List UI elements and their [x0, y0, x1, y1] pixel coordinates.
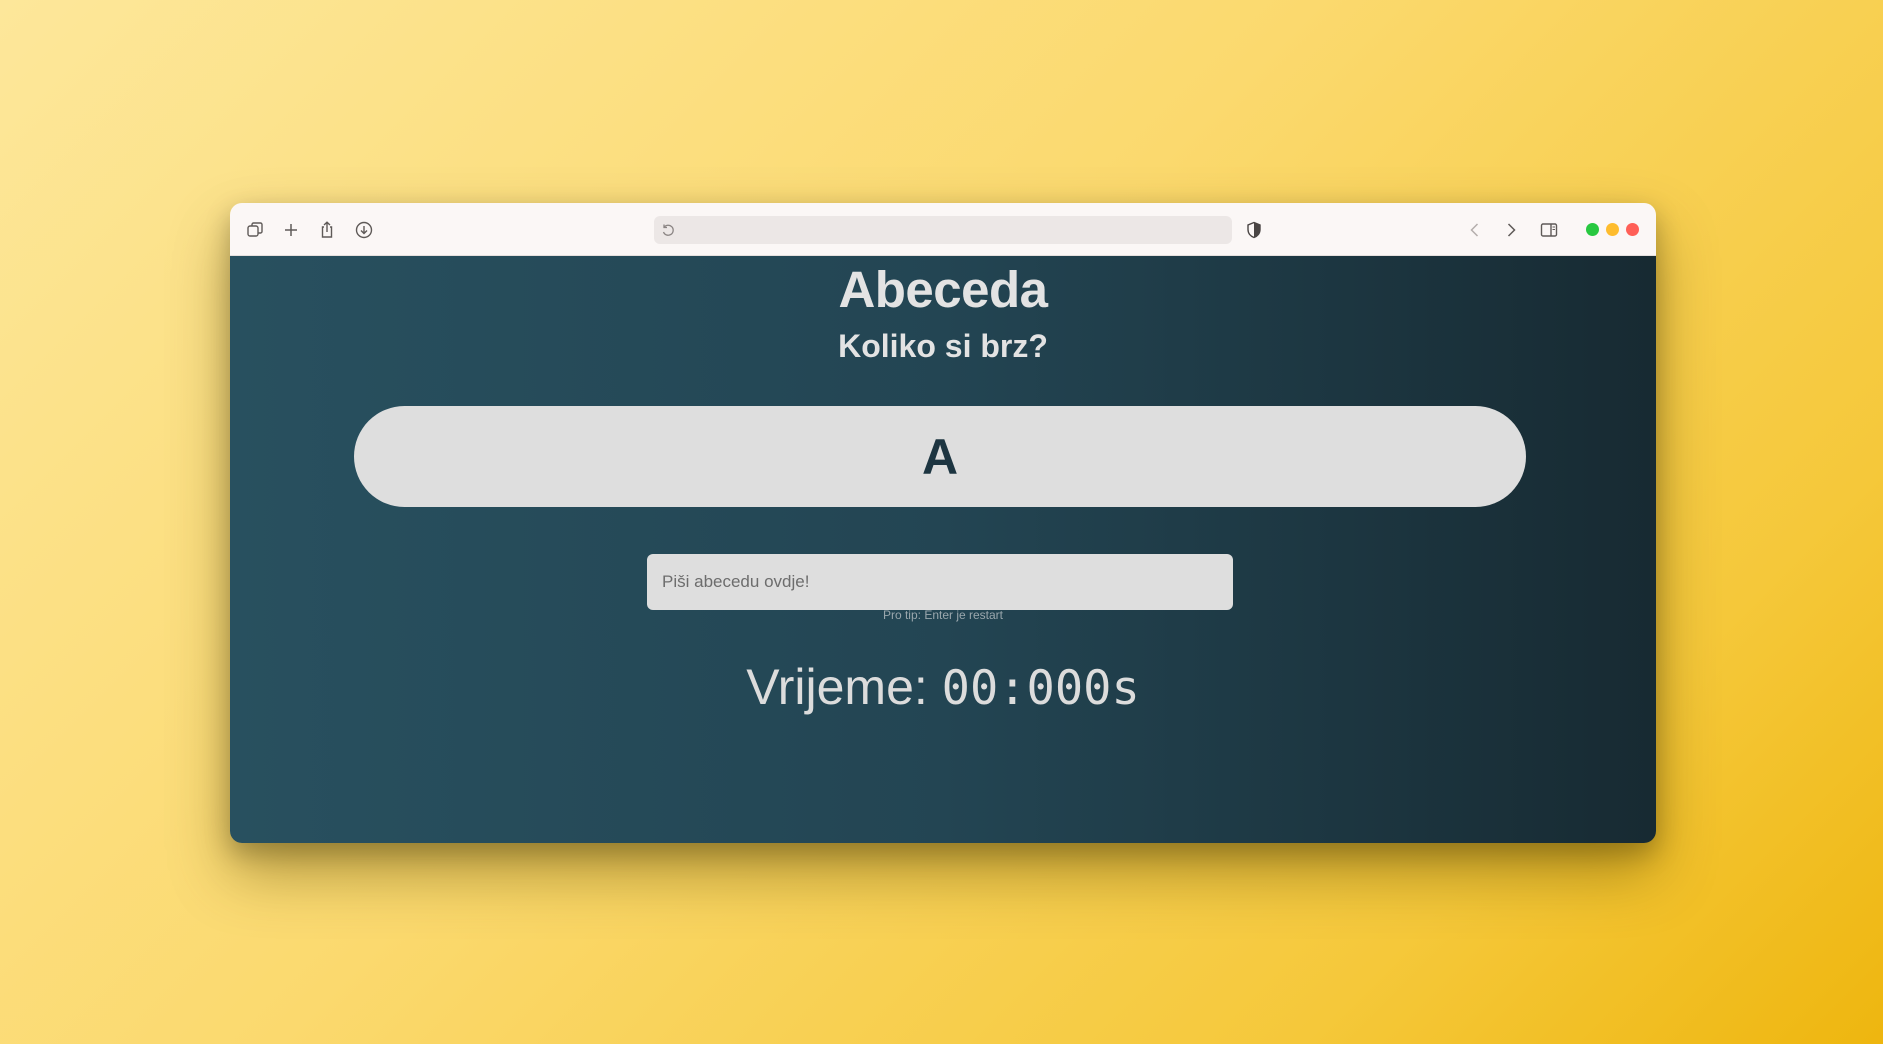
- shield-icon[interactable]: [1241, 217, 1267, 243]
- timer: Vrijeme: 00:000s: [230, 658, 1656, 716]
- tabs-overview-icon[interactable]: [242, 217, 268, 243]
- traffic-light-green[interactable]: [1586, 223, 1599, 236]
- back-icon[interactable]: [1462, 217, 1488, 243]
- download-icon[interactable]: [351, 217, 377, 243]
- address-bar[interactable]: [654, 216, 1232, 244]
- page-subtitle: Koliko si brz?: [838, 328, 1048, 364]
- timer-label: Vrijeme:: [746, 659, 942, 715]
- browser-toolbar: [230, 203, 1656, 256]
- current-letter-box: A: [354, 406, 1526, 507]
- sidebar-icon[interactable]: [1536, 217, 1562, 243]
- page-title: Abeceda: [838, 261, 1048, 318]
- share-icon[interactable]: [314, 217, 340, 243]
- browser-window: Abeceda Koliko si brz? A Pro tip: Enter …: [230, 203, 1656, 843]
- pro-tip: Pro tip: Enter je restart: [882, 608, 1004, 622]
- timer-value: 00:000s: [941, 661, 1140, 716]
- alphabet-input[interactable]: [647, 554, 1233, 610]
- forward-icon[interactable]: [1498, 217, 1524, 243]
- reload-icon[interactable]: [660, 222, 676, 238]
- traffic-light-yellow[interactable]: [1606, 223, 1619, 236]
- page-content: Abeceda Koliko si brz? A Pro tip: Enter …: [230, 256, 1656, 843]
- traffic-light-red[interactable]: [1626, 223, 1639, 236]
- current-letter: A: [921, 428, 959, 485]
- new-tab-icon[interactable]: [278, 217, 304, 243]
